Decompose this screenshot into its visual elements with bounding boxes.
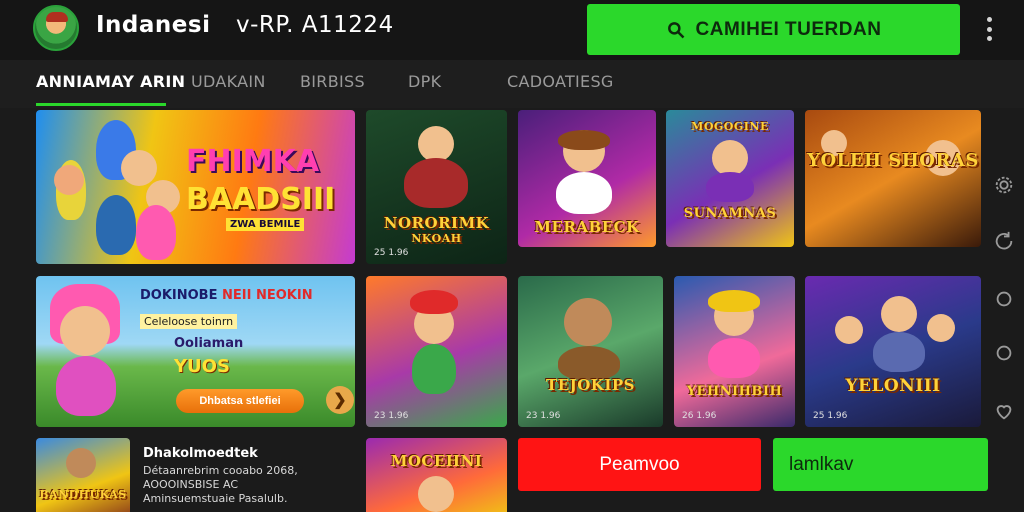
game-meta: 26 1.96 xyxy=(682,411,717,421)
avatar[interactable] xyxy=(33,5,79,51)
heart-icon[interactable] xyxy=(993,400,1015,422)
news-line: Aminsuemstuaie Pasalulb. xyxy=(143,492,288,505)
game-meta: 25 1.96 xyxy=(813,411,848,421)
banner-cta-button[interactable]: Dhbatsa stlefiei xyxy=(176,389,304,413)
game-title: TEJOKIPS xyxy=(546,376,635,394)
tab-bar: ANNIAMAY ARIN UDAKAIN BIRBISS DPK CADOAT… xyxy=(0,60,1024,108)
banner-tag: ZWA BEMILE xyxy=(226,218,305,231)
tab-dpk[interactable]: DPK xyxy=(408,72,441,91)
news-thumb-label: BANDHUKAS xyxy=(39,488,127,501)
banner-next-arrow-icon[interactable]: ❯ xyxy=(326,386,354,414)
game-subtitle: MOGOGINE xyxy=(691,120,769,133)
circle-icon[interactable] xyxy=(993,288,1015,310)
featured-banner-1[interactable]: FHIMKA BAADSIII ZWA BEMILE xyxy=(36,110,355,264)
game-card-8[interactable]: YELONIII 25 1.96 xyxy=(805,276,981,427)
red-action-button[interactable]: Peamvoo xyxy=(518,438,761,491)
search-icon xyxy=(667,21,684,38)
banner-headline-a: DOKINOBE xyxy=(140,288,218,303)
banner-title-line1: FHIMKA xyxy=(186,144,320,179)
banner-tag: Celeloose toinrn xyxy=(140,314,238,329)
game-card-3[interactable]: MOGOGINE SUNAMNAS xyxy=(666,110,794,247)
game-card-5[interactable]: 23 1.96 xyxy=(366,276,507,427)
brand-code: ⅴ-RP. A11224 xyxy=(236,12,394,38)
game-subtitle: NKOAH xyxy=(411,232,462,245)
game-card-7[interactable]: YEHNIHBIH 26 1.96 xyxy=(674,276,795,427)
news-thumbnail[interactable]: BANDHUKAS xyxy=(36,438,130,512)
game-card-6[interactable]: TEJOKIPS 23 1.96 xyxy=(518,276,663,427)
news-title[interactable]: Dhakolmoedtek xyxy=(143,446,258,461)
banner-headline-b: NEII NEOKIN xyxy=(222,288,313,303)
game-title: MERABECK xyxy=(534,218,640,236)
active-tab-indicator xyxy=(36,103,166,106)
more-menu-icon[interactable] xyxy=(980,14,998,44)
game-card-4[interactable]: YOLEH SHORAS xyxy=(805,110,981,247)
game-title: NORORIMK xyxy=(383,214,490,232)
search-label: CAMIHEI TUERDAN xyxy=(695,18,882,40)
banner-title-line2: BAADSIII xyxy=(186,182,336,217)
tab-birbiss[interactable]: BIRBISS xyxy=(300,72,365,91)
brand-name: Indanesi xyxy=(96,12,211,38)
search-button[interactable]: CAMIHEI TUERDAN xyxy=(587,4,960,55)
game-title: YOLEH SHORAS xyxy=(807,150,979,171)
refresh-icon[interactable] xyxy=(993,230,1015,252)
tab-udakain[interactable]: UDAKAIN xyxy=(191,72,266,91)
news-line: AOOOINSBISE AC xyxy=(143,478,238,491)
game-card-1[interactable]: NORORIMK NKOAH 25 1.96 xyxy=(366,110,507,264)
game-meta: 25 1.96 xyxy=(374,248,409,258)
news-line: Détaanrebrim cooabo 2068, xyxy=(143,464,298,477)
brand-title: Indanesi ⅴ-RP. A11224 xyxy=(96,12,394,38)
green-action-button[interactable]: lamlkav xyxy=(773,438,988,491)
game-title: MOCEHNI xyxy=(390,452,483,470)
banner-sub: Ooliaman xyxy=(174,336,244,351)
game-title: YELONIII xyxy=(845,376,941,396)
cog-icon[interactable] xyxy=(993,174,1015,196)
game-meta: 23 1.96 xyxy=(526,411,561,421)
banner-sub2: YUOS xyxy=(174,356,230,377)
tab-cadoatiesg[interactable]: CADOATIESG xyxy=(507,72,614,91)
game-card-9[interactable]: MOCEHNI xyxy=(366,438,507,512)
tab-anniamay-arin[interactable]: ANNIAMAY ARIN xyxy=(36,72,185,91)
game-card-2[interactable]: MERABECK xyxy=(518,110,656,247)
circle-icon[interactable] xyxy=(993,342,1015,364)
app-header: Indanesi ⅴ-RP. A11224 CAMIHEI TUERDAN xyxy=(0,0,1024,60)
game-meta: 23 1.96 xyxy=(374,411,409,421)
banner-headline: DOKINOBE NEII NEOKIN xyxy=(140,288,313,303)
game-title: SUNAMNAS xyxy=(683,206,777,221)
game-title: YEHNIHBIH xyxy=(686,384,783,399)
